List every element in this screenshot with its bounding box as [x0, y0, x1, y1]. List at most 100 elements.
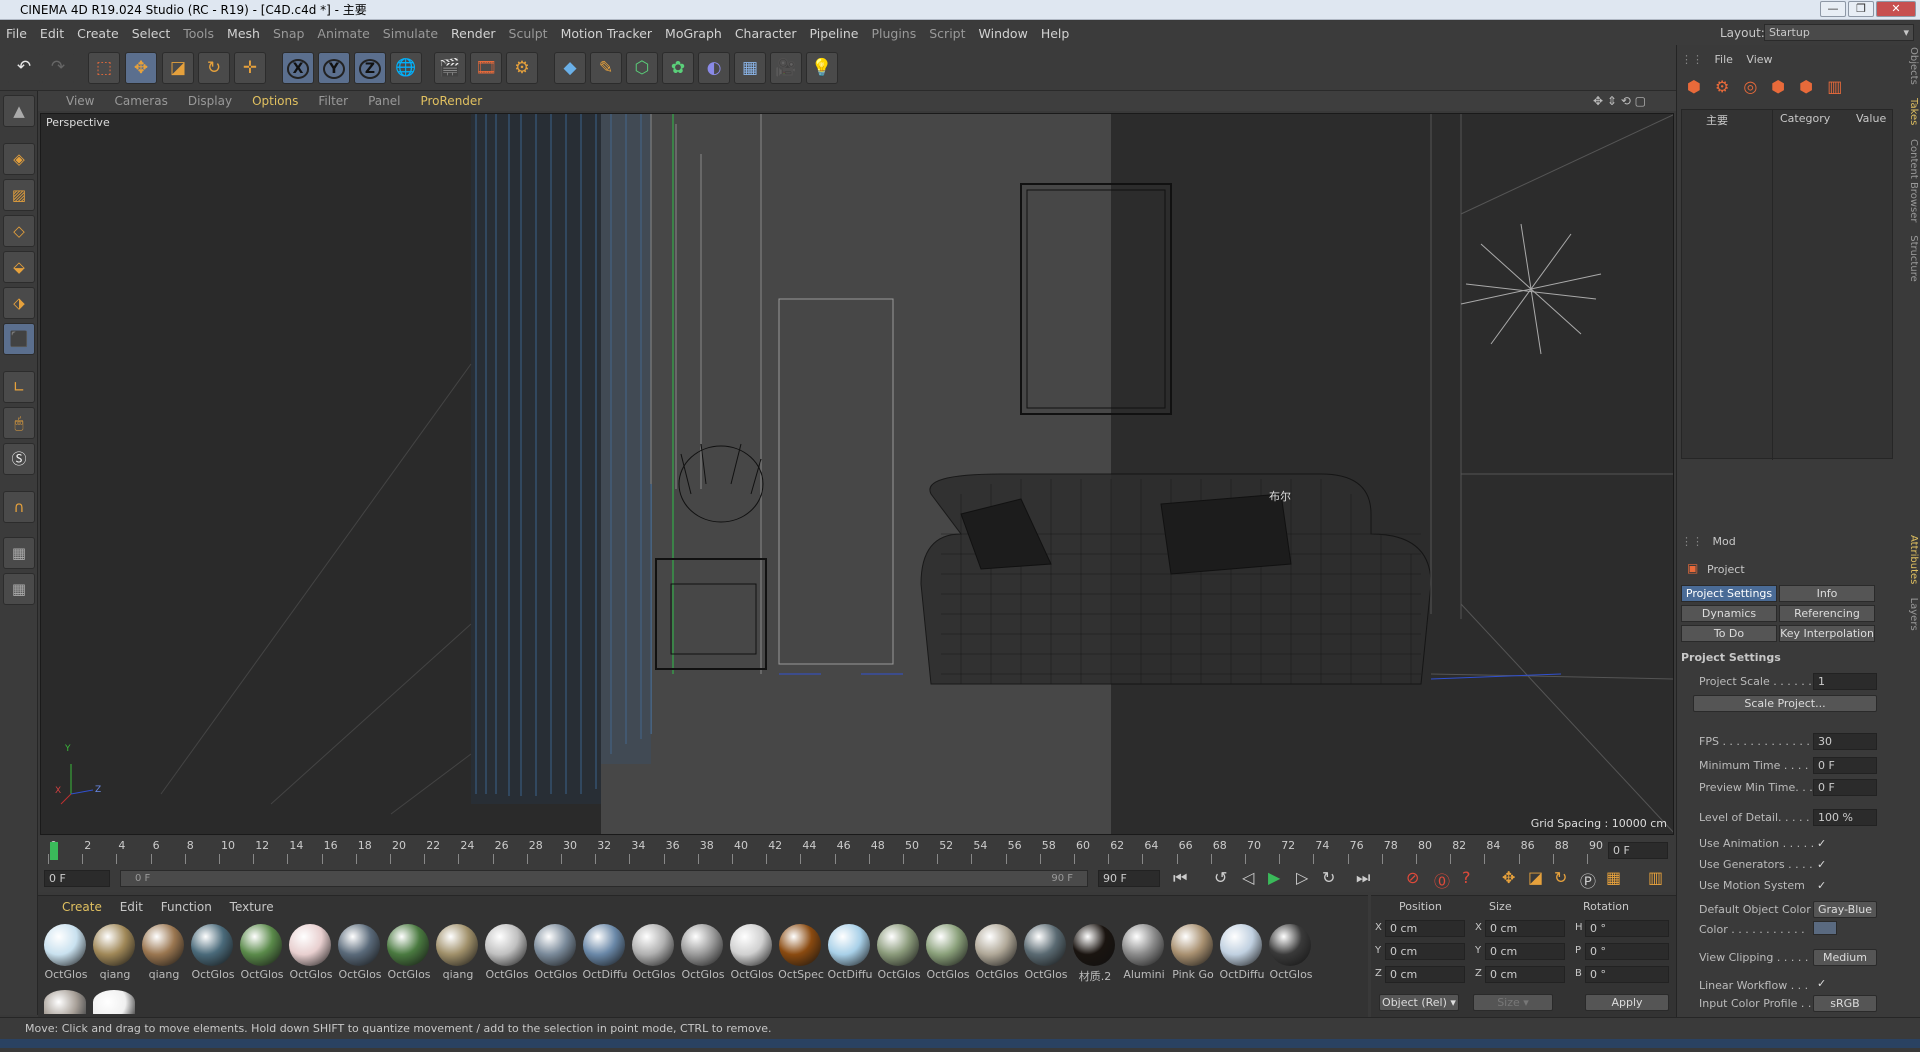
menu-mograph[interactable]: MoGraph — [665, 26, 722, 41]
menu-edit[interactable]: Edit — [40, 26, 64, 41]
color-swatch[interactable] — [1813, 921, 1837, 935]
material-swatch[interactable]: OctSpec — [777, 924, 824, 986]
attr-tab[interactable]: To Do — [1681, 625, 1777, 642]
viewport-menu-cameras[interactable]: Cameras — [114, 94, 167, 108]
move-icon[interactable]: ✥ — [125, 52, 157, 84]
key-param-icon[interactable]: Ⓟ — [1580, 868, 1596, 892]
edges-mode-icon[interactable]: ⬗ — [3, 287, 35, 319]
attr-field-input[interactable]: 0 F — [1813, 779, 1877, 796]
material-swatch[interactable]: qiang — [91, 924, 137, 986]
material-swatch[interactable]: OctGlos — [679, 924, 725, 986]
go-to-end-icon[interactable]: ⏭ — [1356, 868, 1370, 888]
menu-select[interactable]: Select — [132, 26, 171, 41]
z-axis-icon[interactable]: Z — [354, 52, 386, 84]
planar-workplane-icon[interactable]: ▦ — [3, 573, 35, 605]
perspective-viewport[interactable]: Perspective 布尔 Grid Spacing : 10000 cm Y… — [40, 113, 1674, 835]
material-swatch[interactable]: OctGlos — [385, 924, 431, 986]
material-swatch[interactable]: OctDiffu — [581, 924, 628, 986]
size-field[interactable]: 0 cm — [1485, 943, 1565, 960]
attr-tab[interactable]: Referencing — [1779, 605, 1875, 622]
world-coords-icon[interactable]: 🌐 — [390, 52, 422, 84]
undo-icon[interactable]: ↶ — [8, 52, 40, 84]
tab-attributes[interactable]: Attributes — [1908, 535, 1919, 584]
model-mode-icon[interactable]: ◈ — [3, 143, 35, 175]
material-swatch[interactable]: OctDiffu — [1218, 924, 1265, 986]
points-mode-icon[interactable]: ⬙ — [3, 251, 35, 283]
attr-checkbox[interactable]: ✓ — [1817, 879, 1826, 892]
prev-frame-icon[interactable]: ◁ — [1242, 868, 1254, 887]
make-editable-icon[interactable]: ▲ — [3, 95, 35, 127]
menu-pipeline[interactable]: Pipeline — [810, 26, 859, 41]
tab-takes[interactable]: Takes — [1908, 98, 1919, 125]
timeline-ruler[interactable]: 0246810121416182022242628303234363840424… — [38, 836, 1676, 866]
material-swatch[interactable]: OctGlos — [238, 924, 284, 986]
snap-icon[interactable]: ∩ — [3, 491, 35, 523]
material-swatch[interactable]: OctGlos — [1022, 924, 1068, 986]
texture-mode-icon[interactable]: ▨ — [3, 179, 35, 211]
attr-checkbox[interactable]: ✓ — [1817, 858, 1826, 871]
position-field[interactable]: 0 cm — [1385, 966, 1465, 983]
viewport-menu-filter[interactable]: Filter — [318, 94, 348, 108]
close-button[interactable]: ✕ — [1876, 1, 1916, 17]
default-color-select[interactable]: Gray-Blue — [1813, 901, 1877, 918]
record-icon[interactable]: ⊘ — [1406, 868, 1419, 887]
viewport-menu-view[interactable]: View — [66, 94, 94, 108]
material-swatch[interactable]: OctGlos — [287, 924, 333, 986]
material-swatch[interactable]: OctGlos — [875, 924, 921, 986]
edit-render-settings-icon[interactable]: ⚙ — [506, 52, 538, 84]
material-swatch[interactable]: OctDiffu — [826, 924, 873, 986]
render-view-icon[interactable]: 🎬 — [434, 52, 466, 84]
coord-size-select[interactable]: Size ▾ — [1473, 994, 1553, 1011]
rotation-field[interactable]: 0 ° — [1585, 943, 1669, 960]
material-swatch[interactable]: qiang — [434, 924, 480, 986]
keyframe-help-icon[interactable]: ? — [1462, 868, 1471, 887]
current-frame-field[interactable]: 0 F — [1608, 842, 1668, 859]
menu-file[interactable]: File — [6, 26, 27, 41]
redo-icon[interactable]: ↷ — [42, 52, 74, 84]
cloner-icon[interactable]: ✿ — [662, 52, 694, 84]
menu-render[interactable]: Render — [451, 26, 496, 41]
input-profile-select[interactable]: sRGB — [1813, 995, 1877, 1012]
render-picture-viewer-icon[interactable]: 🎞 — [470, 52, 502, 84]
menu-help[interactable]: Help — [1041, 26, 1070, 41]
polygons-mode-icon[interactable]: ⬛ — [3, 323, 35, 355]
attr-field-input[interactable]: 1 — [1813, 673, 1877, 690]
axis-mode-icon[interactable]: ∟ — [3, 371, 35, 403]
x-axis-icon[interactable]: X — [282, 52, 314, 84]
light-icon[interactable]: 💡 — [806, 52, 838, 84]
menu-snap[interactable]: Snap — [273, 26, 304, 41]
apply-button[interactable]: Apply — [1585, 994, 1669, 1011]
menu-motion-tracker[interactable]: Motion Tracker — [561, 26, 652, 41]
subdivision-icon[interactable]: ⬡ — [626, 52, 658, 84]
material-swatch[interactable]: OctGlos — [973, 924, 1019, 986]
autokey-icon[interactable]: ⓪ — [1434, 868, 1450, 892]
tab-layers[interactable]: Layers — [1908, 598, 1919, 631]
view-clipping-select[interactable]: Medium — [1813, 949, 1877, 966]
tweak-mode-icon[interactable]: 🖱 — [3, 407, 35, 439]
floor-icon[interactable]: ▦ — [734, 52, 766, 84]
viewport-menu-options[interactable]: Options — [252, 94, 298, 108]
material-swatch[interactable]: OctGlos — [532, 924, 578, 986]
attr-field-input[interactable]: 30 — [1813, 733, 1877, 750]
end-frame-field[interactable]: 90 F — [1098, 870, 1160, 887]
position-field[interactable]: 0 cm — [1385, 920, 1465, 937]
tab-structure[interactable]: Structure — [1908, 235, 1919, 282]
scale-project-button[interactable]: Scale Project... — [1693, 695, 1877, 712]
material-swatch[interactable]: OctGlos — [728, 924, 774, 986]
material-swatch[interactable]: 材质.2 — [1071, 924, 1117, 986]
material-swatch[interactable]: Alumini — [1120, 924, 1166, 986]
prev-key-icon[interactable]: ↺ — [1214, 868, 1227, 887]
rotate-icon[interactable]: ↻ — [198, 52, 230, 84]
menu-simulate[interactable]: Simulate — [383, 26, 438, 41]
material-swatch[interactable]: OctGlos — [924, 924, 970, 986]
play-icon[interactable]: ▶ — [1268, 868, 1280, 887]
frame-range-slider[interactable]: 0 F 90 F — [120, 870, 1088, 887]
key-position-icon[interactable]: ✥ — [1502, 868, 1515, 887]
menu-tools[interactable]: Tools — [183, 26, 214, 41]
material-swatch[interactable]: OctGlos — [1267, 924, 1313, 986]
lock-workplane-icon[interactable]: ▦ — [3, 537, 35, 569]
object-menu-file[interactable]: File — [1715, 53, 1733, 66]
viewport-menu-display[interactable]: Display — [188, 94, 232, 108]
material-swatch[interactable]: OctGlos — [483, 924, 529, 986]
attr-field-input[interactable]: 0 F — [1813, 757, 1877, 774]
